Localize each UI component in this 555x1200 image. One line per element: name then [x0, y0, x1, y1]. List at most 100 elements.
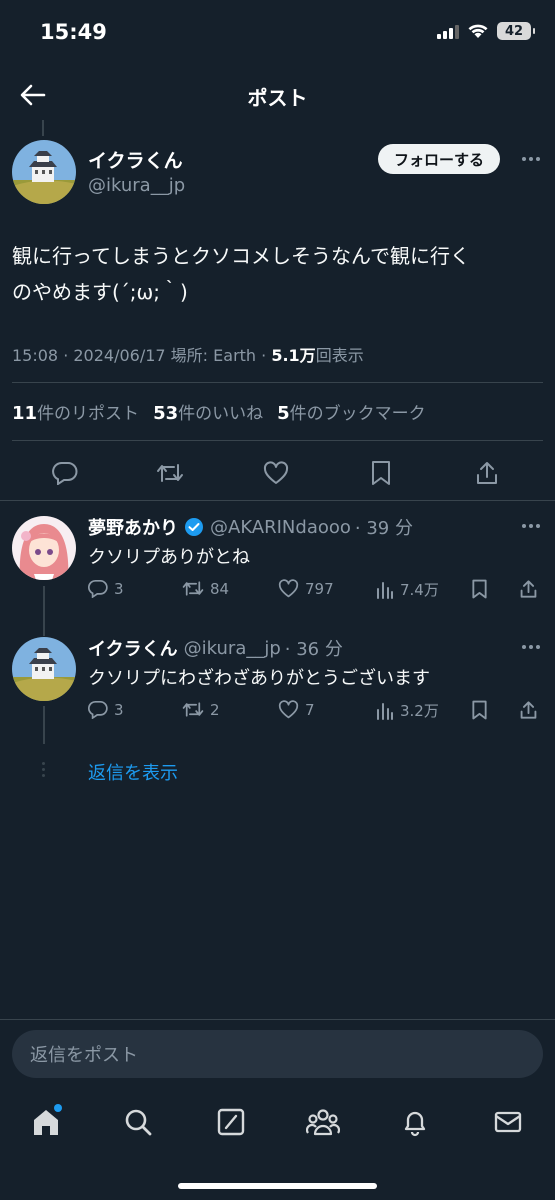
search-icon: [125, 1109, 152, 1136]
nav-header: ポスト: [0, 64, 555, 124]
reply-action-bar: 3 2 7 3.2万: [88, 700, 543, 726]
more-options-icon[interactable]: [522, 645, 540, 649]
home-indicator[interactable]: [178, 1183, 377, 1189]
like-button[interactable]: 797: [278, 579, 334, 598]
like-count: 797: [305, 579, 334, 598]
reposts-label: 件のリポスト: [37, 404, 140, 424]
heart-icon: [278, 579, 299, 598]
reply-text: クソリプありがとね: [88, 547, 250, 568]
thread-line: [43, 706, 45, 744]
thread-line: [43, 586, 45, 636]
notification-dot: [54, 1104, 62, 1112]
bell-icon: [404, 1111, 426, 1137]
bookmark-icon: [372, 461, 390, 485]
bookmarks-stat[interactable]: 5件のブックマーク: [277, 399, 426, 424]
post-meta: 15:08 · 2024/06/17 場所: Earth · 5.1万回表示: [12, 342, 364, 366]
likes-label: 件のいいね: [178, 404, 264, 424]
castle-avatar-image: [12, 637, 76, 701]
mail-icon: [494, 1111, 522, 1133]
avatar[interactable]: [12, 516, 76, 580]
reply-time: · 36 分: [284, 639, 343, 660]
tab-notifications[interactable]: [395, 1102, 435, 1142]
bar-chart-icon: [377, 702, 393, 720]
reply-button[interactable]: [50, 458, 80, 488]
more-options-icon[interactable]: [522, 524, 540, 528]
tab-messages[interactable]: [488, 1102, 528, 1142]
tab-grok[interactable]: [211, 1102, 251, 1142]
reply-icon: [52, 462, 78, 485]
divider: [12, 440, 543, 441]
reply-button[interactable]: 3: [88, 579, 124, 598]
reposts-stat[interactable]: 11件のリポスト: [12, 399, 139, 424]
reply-action-bar: 3 84 797 7.4万: [88, 579, 543, 605]
reply-time: · 39 分: [354, 518, 413, 539]
share-button[interactable]: [519, 579, 538, 599]
likes-count: 53: [153, 403, 179, 424]
repost-icon: [157, 464, 183, 482]
likes-stat[interactable]: 53件のいいね: [153, 399, 263, 424]
author-handle[interactable]: @ikura__jp: [88, 175, 185, 196]
wifi-icon: [468, 24, 488, 38]
heart-icon: [278, 700, 299, 719]
post-stats: 11件のリポスト 53件のいいね 5件のブックマーク: [12, 399, 426, 424]
repost-button[interactable]: [155, 458, 185, 488]
reply-author-handle[interactable]: @AKARINdaooo: [210, 517, 351, 538]
views-button[interactable]: 3.2万: [376, 700, 439, 721]
battery-icon: 42: [497, 22, 535, 40]
status-time: 15:49: [40, 20, 107, 44]
thread-line: [42, 120, 44, 136]
share-icon: [520, 580, 537, 598]
signal-icon: [437, 23, 459, 39]
reply-text: クソリプにわざわざありがとうございます: [88, 668, 430, 689]
repost-icon: [182, 581, 204, 596]
view-count: 3.2万: [400, 702, 439, 720]
bookmarks-count: 5: [277, 403, 290, 424]
avatar[interactable]: [12, 637, 76, 701]
bookmarks-label: 件のブックマーク: [289, 404, 426, 424]
reply-button[interactable]: 3: [88, 700, 124, 719]
share-button[interactable]: [519, 700, 538, 720]
reply-header: イクラくん @ikura__jp · 36 分: [88, 635, 343, 661]
reply-icon: [88, 700, 108, 719]
like-button[interactable]: 7: [278, 700, 315, 719]
reply-count: 3: [114, 700, 124, 719]
show-replies-link[interactable]: 返信を表示: [88, 759, 178, 785]
reply-author-handle[interactable]: @ikura__jp: [184, 638, 281, 659]
castle-avatar-image: [12, 140, 76, 204]
tab-search[interactable]: [118, 1102, 158, 1142]
follow-button[interactable]: フォローする: [378, 144, 501, 174]
communities-icon: [306, 1109, 340, 1136]
tab-home[interactable]: [26, 1102, 66, 1142]
bookmark-button[interactable]: [471, 700, 488, 720]
repost-button[interactable]: 2: [182, 700, 220, 719]
avatar[interactable]: [12, 140, 76, 204]
page-title: ポスト: [247, 86, 308, 110]
status-icons: 42: [437, 22, 535, 40]
reply-compose-input[interactable]: 返信をポスト: [12, 1030, 543, 1078]
author-name[interactable]: イクラくん: [88, 146, 183, 173]
anime-girl-avatar-image: [12, 516, 76, 580]
repost-count: 2: [210, 700, 220, 719]
repost-button[interactable]: 84: [182, 579, 229, 598]
reposts-count: 11: [12, 403, 38, 424]
bar-chart-icon: [377, 581, 393, 599]
bookmark-icon: [472, 579, 487, 599]
share-button[interactable]: [472, 458, 502, 488]
views-button[interactable]: 7.4万: [376, 579, 439, 600]
more-options-icon[interactable]: [522, 157, 540, 161]
bookmark-button[interactable]: [471, 579, 488, 599]
reply-author-name[interactable]: 夢野あかり: [88, 514, 178, 540]
view-count: 7.4万: [400, 581, 439, 599]
tab-bar: [0, 1096, 555, 1152]
like-button[interactable]: [261, 458, 291, 488]
post-action-bar: [0, 448, 555, 496]
bookmark-icon: [472, 700, 487, 720]
share-icon: [520, 701, 537, 719]
verified-badge-icon: [184, 517, 204, 537]
divider: [0, 1019, 555, 1020]
post-text-line: 観に行ってしまうとクソコメしそうなんで観に行く: [12, 244, 470, 268]
reply-header: 夢野あかり @AKARINdaooo · 39 分: [88, 514, 413, 540]
tab-communities[interactable]: [303, 1102, 343, 1142]
reply-author-name[interactable]: イクラくん: [88, 635, 178, 661]
bookmark-button[interactable]: [366, 458, 396, 488]
